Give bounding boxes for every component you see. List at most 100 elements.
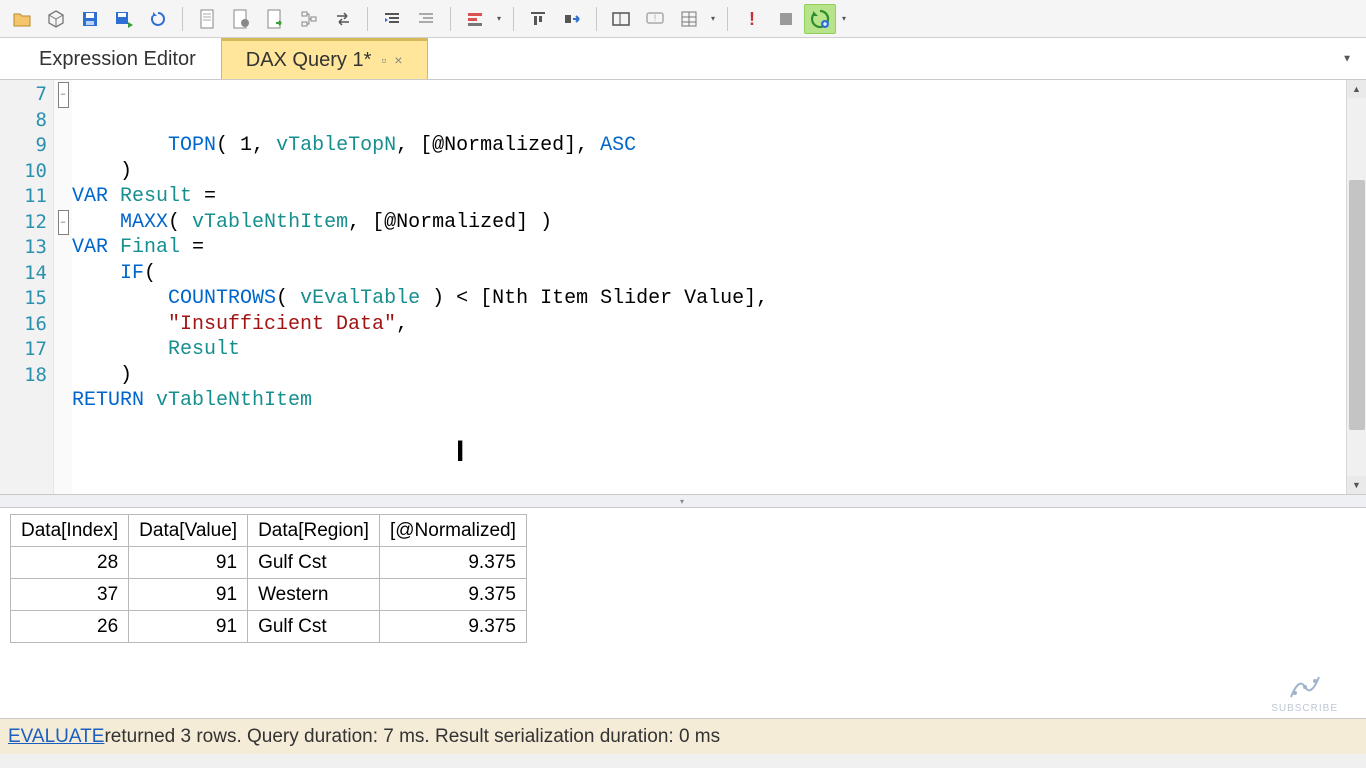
open-icon[interactable]: [6, 4, 38, 34]
code-line[interactable]: TOPN( 1, vTableTopN, [@Normalized], ASC: [72, 133, 1346, 159]
panel-icon[interactable]: [605, 4, 637, 34]
tab-dax-query[interactable]: DAX Query 1* ▫ ×: [221, 38, 428, 79]
saveall-icon[interactable]: [108, 4, 140, 34]
swap-icon[interactable]: [327, 4, 359, 34]
fold-cell: [54, 312, 72, 338]
table-cell: 26: [11, 611, 129, 643]
column-header[interactable]: Data[Index]: [11, 515, 129, 547]
column-header[interactable]: Data[Region]: [248, 515, 380, 547]
toolbar-separator: [182, 7, 183, 31]
toolbar-separator: [727, 7, 728, 31]
doc-export-icon[interactable]: [259, 4, 291, 34]
tab-strip: Expression Editor DAX Query 1* ▫ × ▼: [0, 38, 1366, 80]
scroll-up-arrow[interactable]: ▲: [1347, 80, 1366, 98]
line-number: 16: [0, 312, 53, 338]
doc-gear-icon[interactable]: [225, 4, 257, 34]
pane-splitter[interactable]: ▾: [0, 494, 1366, 508]
outdent-icon[interactable]: [410, 4, 442, 34]
toolbar-dropdown-arrow[interactable]: ▾: [707, 4, 719, 34]
tab-label: DAX Query 1*: [246, 49, 372, 72]
svg-text:!: !: [749, 10, 755, 28]
code-line[interactable]: VAR Result =: [72, 184, 1346, 210]
table-cell: 91: [129, 547, 248, 579]
line-number: 7: [0, 82, 53, 108]
table-cell: 37: [11, 579, 129, 611]
save-icon[interactable]: [74, 4, 106, 34]
tab-close-button[interactable]: ×: [394, 52, 402, 68]
fold-cell: [54, 363, 72, 389]
line-number: 12: [0, 210, 53, 236]
fold-cell[interactable]: −: [54, 210, 72, 236]
code-line[interactable]: RETURN vTableNthItem: [72, 388, 1346, 414]
table-row[interactable]: 2891Gulf Cst9.375: [11, 547, 527, 579]
fold-cell: [54, 337, 72, 363]
table-cell: 9.375: [379, 547, 526, 579]
align-top-icon[interactable]: [522, 4, 554, 34]
text-cursor: I: [456, 439, 464, 465]
toolbar-separator: [450, 7, 451, 31]
table-cell: 91: [129, 579, 248, 611]
toolbar-separator: [513, 7, 514, 31]
line-number: 18: [0, 363, 53, 389]
results-pane: Data[Index]Data[Value]Data[Region][@Norm…: [0, 508, 1366, 718]
fold-toggle-icon[interactable]: −: [58, 82, 69, 108]
code-line[interactable]: COUNTROWS( vEvalTable ) < [Nth Item Slid…: [72, 286, 1346, 312]
run-icon[interactable]: [804, 4, 836, 34]
indent-icon[interactable]: [376, 4, 408, 34]
code-line[interactable]: VAR Final =: [72, 235, 1346, 261]
column-header[interactable]: Data[Value]: [129, 515, 248, 547]
fold-cell: [54, 108, 72, 134]
vertical-scrollbar[interactable]: ▲ ▼: [1346, 80, 1366, 494]
code-line[interactable]: IF(: [72, 261, 1346, 287]
table-row[interactable]: 2691Gulf Cst9.375: [11, 611, 527, 643]
svg-text:!: !: [654, 13, 657, 23]
fold-toggle-icon[interactable]: −: [58, 210, 69, 236]
table-cell: 28: [11, 547, 129, 579]
tab-overflow-chevron[interactable]: ▼: [1342, 53, 1352, 64]
line-number: 14: [0, 261, 53, 287]
refresh-icon[interactable]: [142, 4, 174, 34]
status-bar: EVALUATE returned 3 rows. Query duration…: [0, 718, 1366, 754]
code-line[interactable]: "Insufficient Data",: [72, 312, 1346, 338]
code-area[interactable]: TOPN( 1, vTableTopN, [@Normalized], ASC …: [72, 80, 1346, 494]
tab-label: Expression Editor: [39, 48, 196, 71]
toolbar-dropdown-arrow[interactable]: ▾: [493, 4, 505, 34]
fold-cell: [54, 286, 72, 312]
move-right-icon[interactable]: [556, 4, 588, 34]
format-icon[interactable]: [459, 4, 491, 34]
tab-expression-editor[interactable]: Expression Editor: [14, 38, 221, 79]
toolbar-dropdown-arrow[interactable]: ▾: [838, 4, 850, 34]
hierarchy-icon[interactable]: [293, 4, 325, 34]
cube-icon[interactable]: [40, 4, 72, 34]
code-line[interactable]: MAXX( vTableNthItem, [@Normalized] ): [72, 210, 1346, 236]
results-table[interactable]: Data[Index]Data[Value]Data[Region][@Norm…: [10, 514, 527, 643]
fold-cell: [54, 184, 72, 210]
toolbar-separator: [596, 7, 597, 31]
column-header[interactable]: [@Normalized]: [379, 515, 526, 547]
splitter-grip-icon: ▾: [680, 497, 686, 506]
code-editor[interactable]: 789101112131415161718 −− TOPN( 1, vTable…: [0, 80, 1366, 494]
fold-cell: [54, 133, 72, 159]
fold-column[interactable]: −−: [54, 80, 72, 494]
line-number: 17: [0, 337, 53, 363]
code-line[interactable]: ): [72, 159, 1346, 185]
stop-icon[interactable]: [770, 4, 802, 34]
grid-icon[interactable]: [673, 4, 705, 34]
table-row[interactable]: 3791Western9.375: [11, 579, 527, 611]
line-number: 15: [0, 286, 53, 312]
watermark-label: SUBSCRIBE: [1271, 703, 1338, 714]
comment-icon[interactable]: !: [639, 4, 671, 34]
doc-icon[interactable]: [191, 4, 223, 34]
status-evaluate-link[interactable]: EVALUATE: [8, 726, 104, 748]
code-line[interactable]: ): [72, 363, 1346, 389]
scroll-thumb[interactable]: [1349, 180, 1365, 430]
scroll-down-arrow[interactable]: ▼: [1347, 476, 1366, 494]
fold-cell[interactable]: −: [54, 82, 72, 108]
code-line[interactable]: Result: [72, 337, 1346, 363]
table-cell: 9.375: [379, 611, 526, 643]
line-number: 8: [0, 108, 53, 134]
fold-cell: [54, 261, 72, 287]
line-number: 10: [0, 159, 53, 185]
table-cell: Gulf Cst: [248, 547, 380, 579]
alert-icon[interactable]: !: [736, 4, 768, 34]
